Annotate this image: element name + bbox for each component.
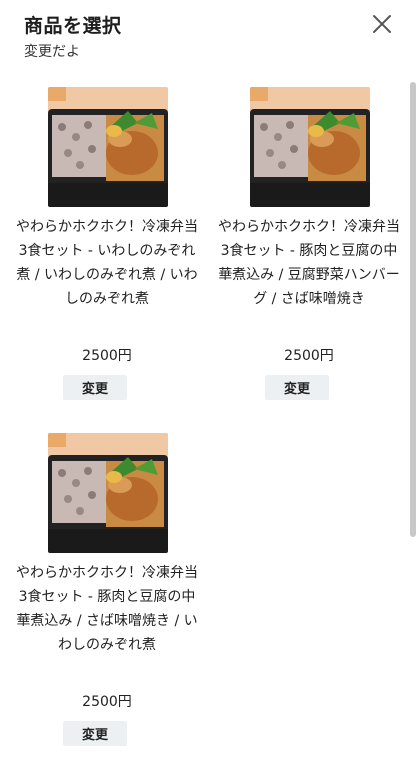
product-name: やわらかホクホク！冷凍弁当3食セット - 豚肉と豆腐の中華煮込み / 豆腐野菜ハ… <box>218 219 400 307</box>
change-button[interactable]: 変更 <box>63 721 127 746</box>
scrollbar[interactable] <box>410 82 416 537</box>
product-name: やわらかホクホク！冷凍弁当3食セット - 豚肉と豆腐の中華煮込み / さば味噌焼… <box>16 565 198 653</box>
page-subtitle: 変更だよ <box>24 44 80 60</box>
product-image <box>250 87 370 207</box>
page-title: 商品を選択 <box>24 15 122 37</box>
change-button[interactable]: 変更 <box>63 375 127 400</box>
product-name: やわらかホクホク！冷凍弁当3食セット - いわしのみぞれ煮 / いわしのみぞれ煮… <box>16 219 198 307</box>
product-image <box>48 433 168 553</box>
product-grid: やわらかホクホク！冷凍弁当3食セット - いわしのみぞれ煮 / いわしのみぞれ煮… <box>0 70 419 766</box>
product-price: 2500円 <box>82 694 132 710</box>
change-button[interactable]: 変更 <box>265 375 329 400</box>
product-price: 2500円 <box>284 348 334 364</box>
modal-header: 商品を選択 変更だよ <box>0 0 419 70</box>
close-icon[interactable] <box>370 12 394 36</box>
product-image <box>48 87 168 207</box>
product-price: 2500円 <box>82 348 132 364</box>
